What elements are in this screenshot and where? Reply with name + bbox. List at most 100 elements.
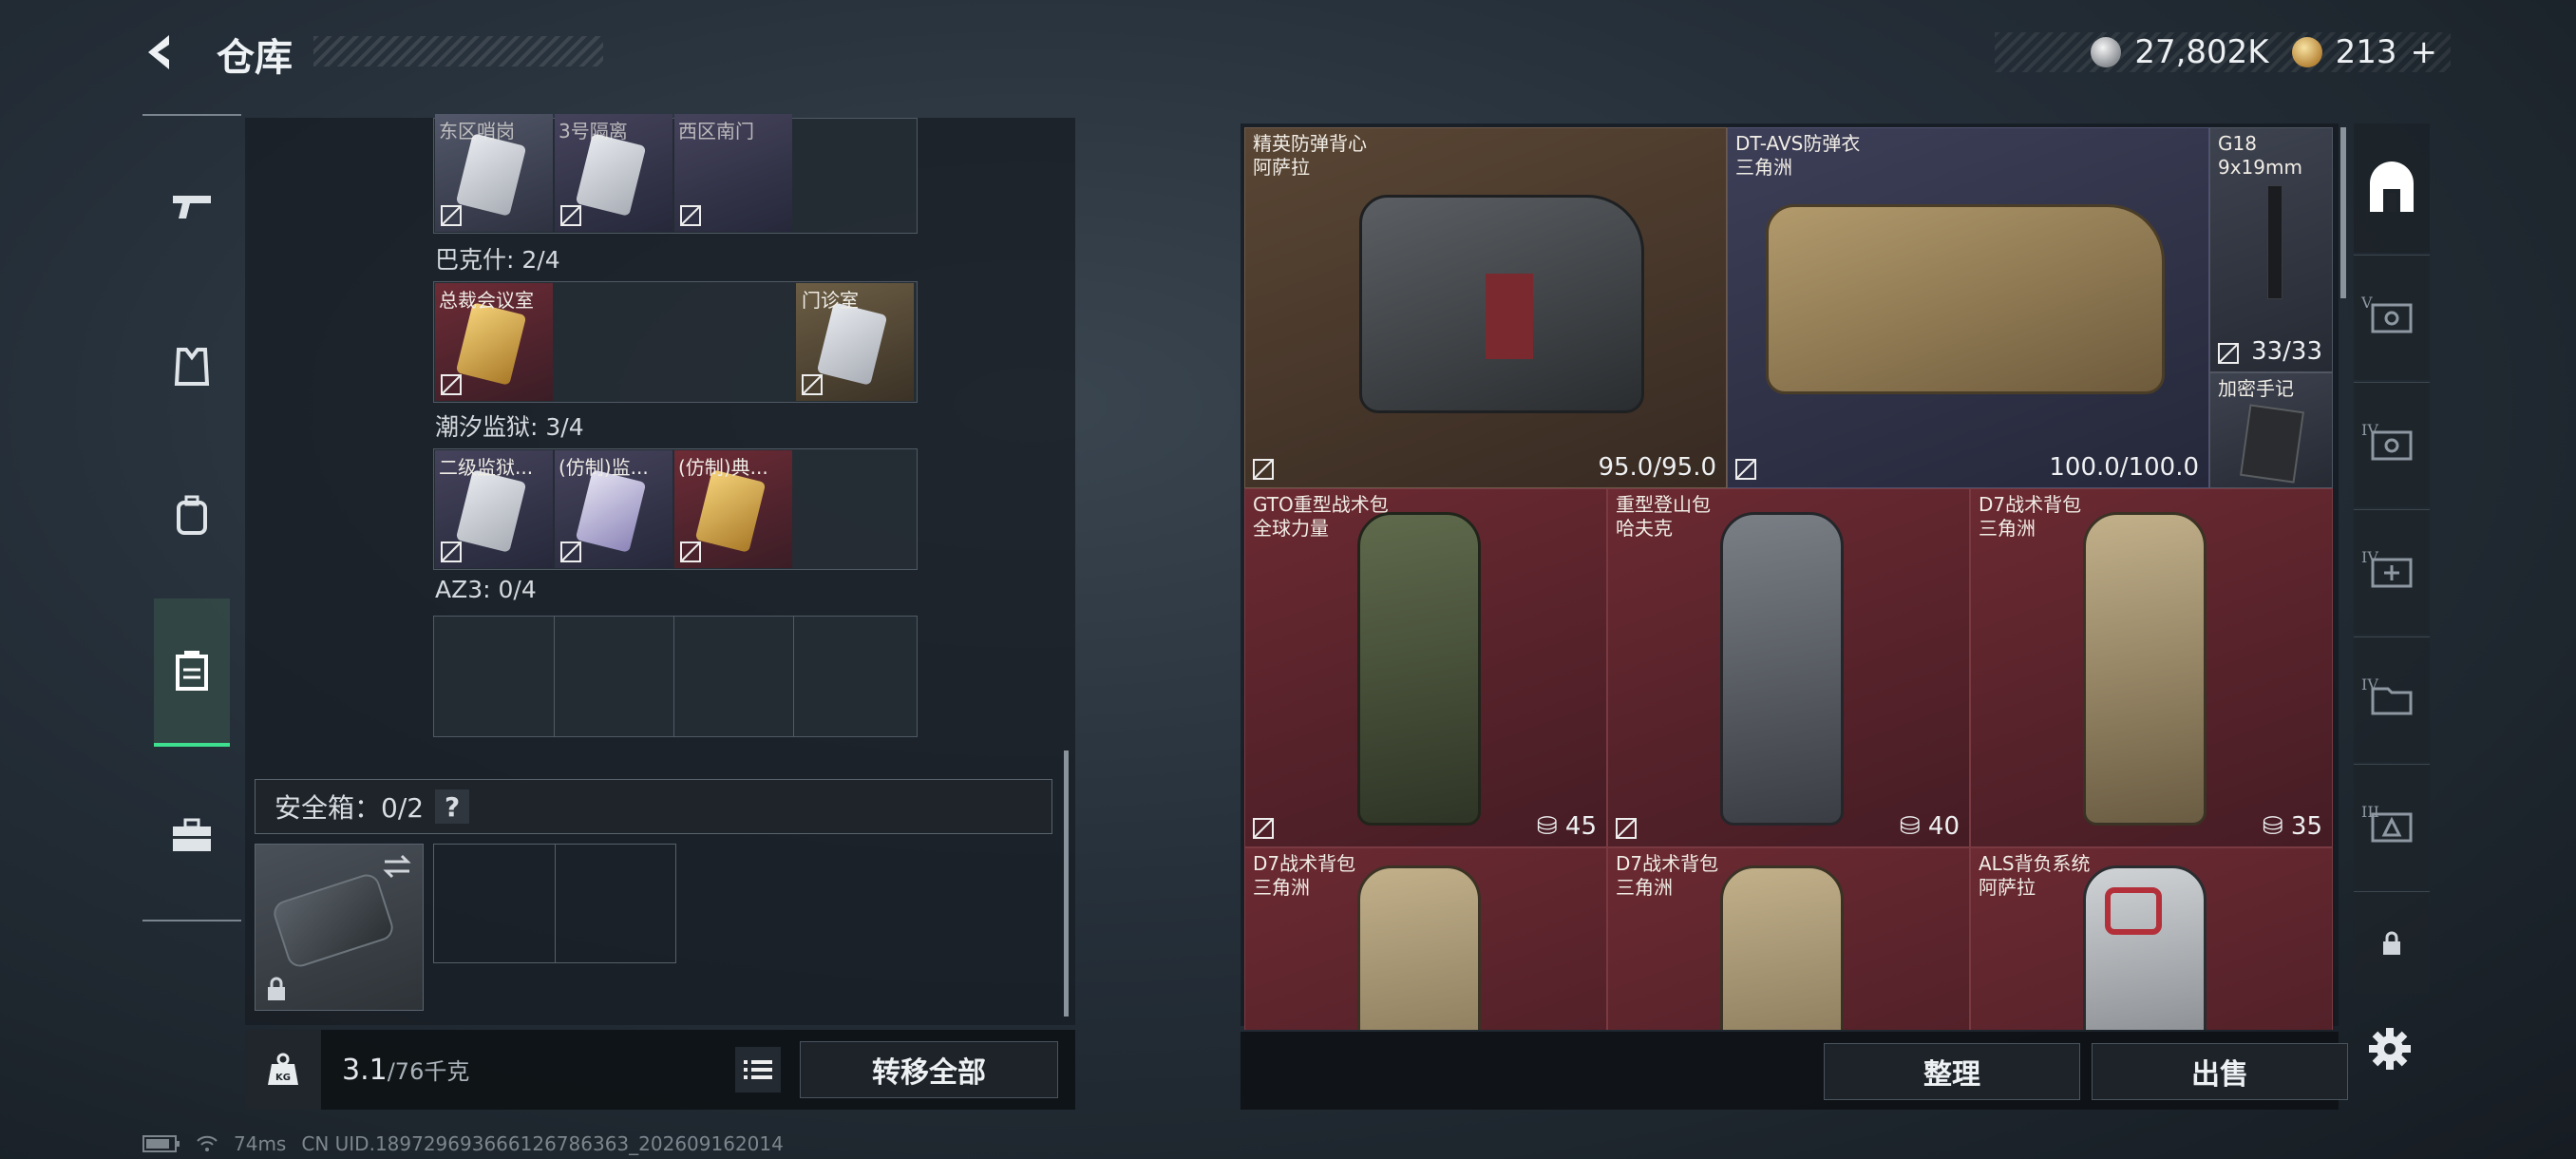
item-name: D7战术背包 bbox=[1253, 852, 1356, 875]
filter-level-3[interactable]: III bbox=[2354, 764, 2430, 889]
keycard-icon bbox=[455, 302, 527, 386]
key-filter-icon bbox=[2371, 303, 2413, 332]
right-footer: 整理 出售 bbox=[1241, 1032, 2348, 1110]
capacity: 40 bbox=[1927, 812, 1960, 841]
no-trade-icon bbox=[802, 374, 823, 395]
filter-level-5[interactable]: V bbox=[2354, 255, 2430, 380]
key-card-replica-prison[interactable]: (仿制)监... bbox=[555, 450, 672, 568]
safe-box-label: 安全箱：0/2 bbox=[275, 792, 425, 824]
sell-button[interactable]: 出售 bbox=[2092, 1043, 2348, 1100]
key-card-prison-2[interactable]: 二级监狱... bbox=[435, 450, 553, 568]
ping: 74ms bbox=[234, 1132, 287, 1155]
key-card-replica-classic[interactable]: (仿制)典... bbox=[674, 450, 792, 568]
key-card-3[interactable]: 西区南门 bbox=[674, 114, 792, 232]
keycard-icon bbox=[455, 469, 527, 553]
page-title: 仓库 bbox=[217, 36, 293, 80]
settings-button[interactable] bbox=[2363, 1022, 2416, 1075]
capacity: 45 bbox=[1564, 812, 1597, 841]
nav-armor[interactable] bbox=[156, 331, 228, 403]
item-dt-avs-armor[interactable]: DT-AVS防弹衣 三角洲 100.0/100.0 bbox=[1727, 127, 2209, 488]
backpack-image bbox=[2083, 512, 2207, 826]
nav-case[interactable] bbox=[156, 800, 228, 872]
gold-coin-icon bbox=[2291, 37, 2322, 67]
weight-current: 3.1 bbox=[342, 1054, 388, 1087]
durability: 100.0/100.0 bbox=[2049, 453, 2199, 482]
keycard-icon bbox=[455, 133, 527, 217]
vest-image bbox=[1359, 195, 1644, 413]
briefcase-icon bbox=[173, 818, 211, 851]
gold-amount: 213 bbox=[2335, 33, 2397, 71]
key-card-clinic[interactable]: 门诊室 bbox=[796, 283, 914, 401]
level-label: IV bbox=[2361, 675, 2378, 694]
item-g18-ammo[interactable]: G18 9x19mm 33/33 bbox=[2209, 127, 2333, 372]
item-d7-backpack-2[interactable]: D7战术背包 三角洲 bbox=[1244, 847, 1607, 1030]
no-trade-icon bbox=[1253, 459, 1274, 480]
filter-locked[interactable] bbox=[2354, 891, 2430, 994]
item-name: G18 bbox=[2218, 132, 2257, 155]
left-footer: KG 3.1/76千克 转移全部 bbox=[245, 1030, 1075, 1110]
item-name: 重型登山包 bbox=[1616, 493, 1711, 516]
item-d7-backpack-3[interactable]: D7战术背包 三角洲 bbox=[1607, 847, 1970, 1030]
help-button[interactable]: ? bbox=[435, 789, 470, 824]
item-als-backpack[interactable]: ALS背负系统 阿萨拉 bbox=[1970, 847, 2333, 1030]
no-trade-icon bbox=[1253, 818, 1274, 839]
capacity-icon: ⛁ bbox=[1536, 812, 1565, 841]
arrow-left-icon bbox=[148, 35, 169, 69]
filter-all[interactable] bbox=[2354, 124, 2430, 253]
weight-kg-icon: KG bbox=[268, 1053, 298, 1085]
gear-icon bbox=[2369, 1028, 2411, 1070]
keycard-icon bbox=[575, 469, 647, 553]
back-button[interactable] bbox=[142, 28, 190, 76]
item-elite-vest[interactable]: 精英防弹背心 阿萨拉 95.0/95.0 bbox=[1244, 127, 1727, 488]
notebook-image bbox=[2239, 404, 2305, 484]
no-trade-icon bbox=[441, 205, 462, 226]
item-origin: 阿萨拉 bbox=[1253, 156, 1310, 179]
item-mountain-backpack[interactable]: 重型登山包 哈夫克 ⛁ 40 bbox=[1607, 488, 1970, 847]
item-origin: 哈夫克 bbox=[1616, 517, 1673, 540]
nav-container[interactable] bbox=[154, 598, 230, 747]
arch-icon bbox=[2370, 162, 2414, 212]
container-icon bbox=[176, 651, 208, 691]
swap-icon[interactable] bbox=[381, 852, 413, 881]
lock-icon bbox=[268, 977, 285, 1000]
key-row-az3 bbox=[433, 616, 918, 737]
safe-box-item[interactable] bbox=[255, 844, 424, 1011]
item-gto-backpack[interactable]: GTO重型战术包 全球力量 ⛁ 45 bbox=[1244, 488, 1607, 847]
no-trade-icon bbox=[560, 542, 581, 562]
filter-sidebar: V IV IV IV III bbox=[2354, 124, 2430, 1007]
filter-level-4b[interactable]: IV bbox=[2354, 509, 2430, 635]
item-encrypted-notes[interactable]: 加密手记 bbox=[2209, 372, 2333, 488]
nav-backpack[interactable] bbox=[156, 479, 228, 551]
item-d7-backpack-1[interactable]: D7战术背包 三角洲 ⛁ 35 bbox=[1970, 488, 2333, 847]
bakesh-label: 巴克什: 2/4 bbox=[435, 246, 560, 274]
add-gold-button[interactable]: + bbox=[2411, 33, 2438, 71]
capacity-icon: ⛁ bbox=[2262, 812, 2291, 841]
level-label: IV bbox=[2361, 548, 2378, 566]
user-id: CN UID.189729693666126786363_20260916201… bbox=[301, 1132, 784, 1155]
item-origin: 三角洲 bbox=[1735, 156, 1792, 179]
level-label: IV bbox=[2361, 421, 2378, 439]
filter-level-4c[interactable]: IV bbox=[2354, 636, 2430, 762]
nav-weapons[interactable] bbox=[156, 169, 228, 241]
key-card-1[interactable]: 东区哨岗 bbox=[435, 114, 553, 232]
left-scrollbar[interactable] bbox=[1064, 750, 1069, 1016]
sort-button[interactable]: 整理 bbox=[1824, 1043, 2080, 1100]
no-trade-icon bbox=[680, 205, 701, 226]
safe-box-header: 安全箱：0/2 ? bbox=[255, 779, 1052, 834]
category-nav bbox=[142, 114, 241, 922]
ammo-count: 33/33 bbox=[2251, 337, 2322, 366]
no-trade-icon bbox=[1616, 818, 1637, 839]
transfer-all-button[interactable]: 转移全部 bbox=[800, 1041, 1058, 1098]
level-label: V bbox=[2361, 294, 2373, 312]
pistol-icon bbox=[173, 196, 211, 218]
az3-label: AZ3: 0/4 bbox=[435, 576, 537, 603]
no-trade-icon bbox=[1735, 459, 1756, 480]
right-scrollbar[interactable] bbox=[2340, 127, 2346, 298]
key-card-2[interactable]: 3号隔离 bbox=[555, 114, 672, 232]
title-decoration bbox=[313, 36, 603, 66]
filter-level-4a[interactable]: IV bbox=[2354, 382, 2430, 507]
key-card-president-room[interactable]: 总裁会议室 bbox=[435, 283, 553, 401]
weight-box: KG bbox=[245, 1030, 321, 1110]
list-view-button[interactable] bbox=[735, 1047, 781, 1092]
safe-box-icon bbox=[270, 870, 397, 971]
